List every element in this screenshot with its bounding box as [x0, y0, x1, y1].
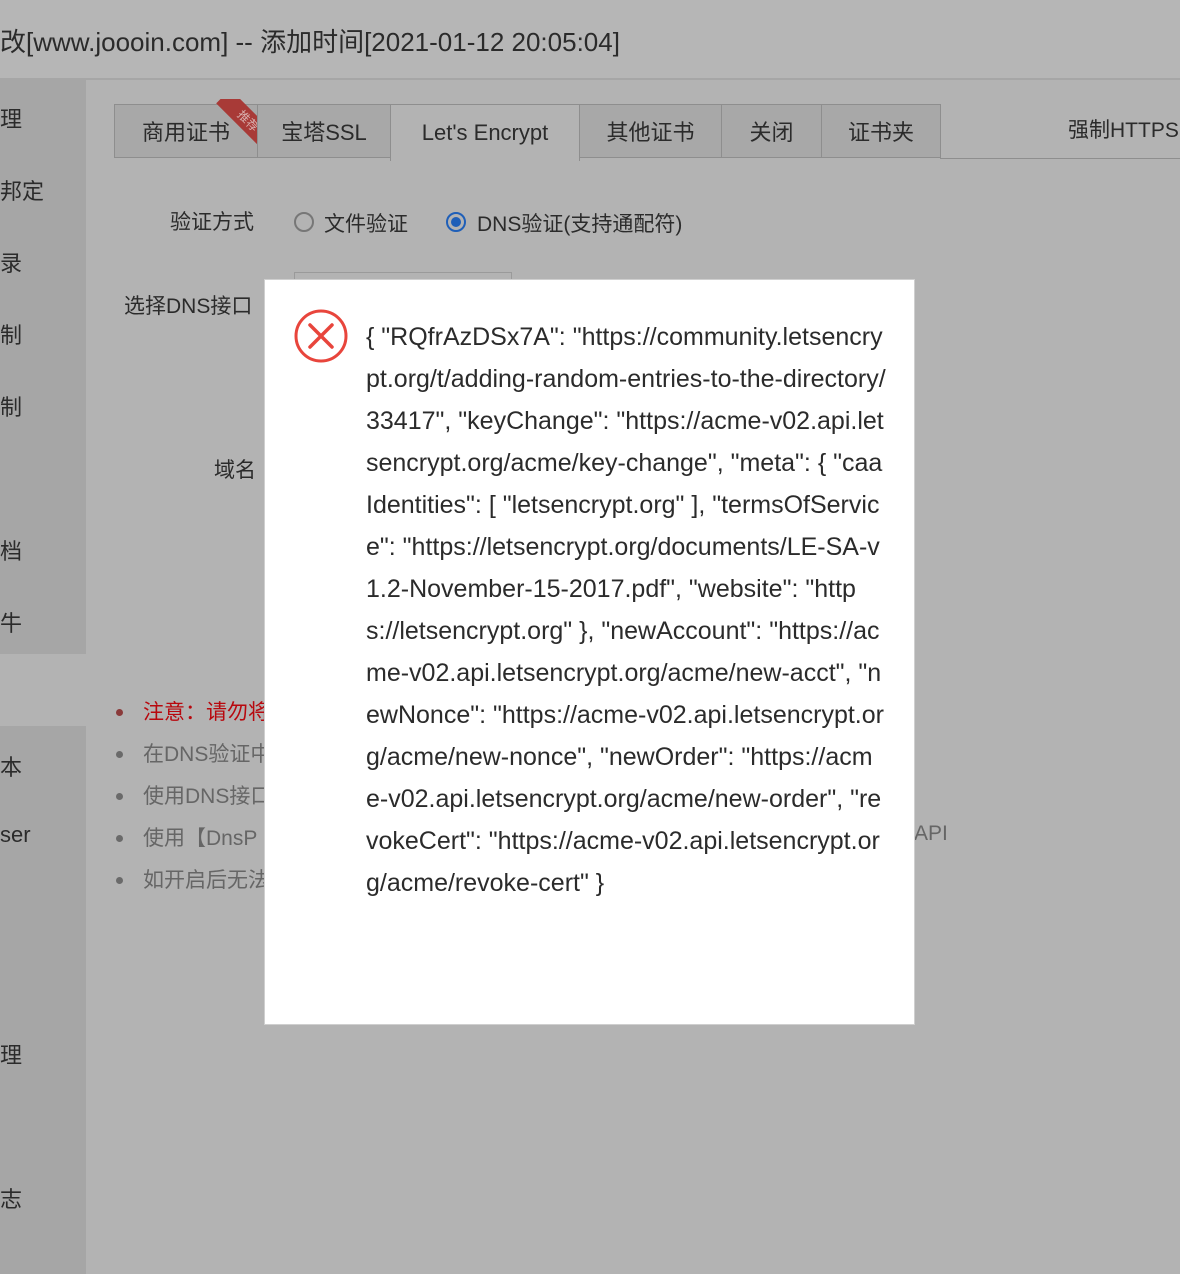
note-item: 在DNS验证中 [114, 738, 271, 768]
note-item: 如开启后无法 [114, 864, 269, 894]
tab-label: 商用证书 [141, 120, 230, 145]
tab-lets-encrypt[interactable]: Let's Encrypt [390, 104, 580, 161]
dns-api-select[interactable] [294, 272, 512, 279]
tab-label: 关闭 [749, 120, 794, 145]
sidebar: 理 邦定 录 制 制 档 牛 本 ser 理 志 [0, 80, 86, 1274]
sidebar-item[interactable]: 志 [0, 1182, 22, 1214]
tab-commercial-cert[interactable]: 商用证书 推荐 [114, 99, 261, 158]
sidebar-item[interactable]: 录 [0, 246, 22, 278]
sidebar-item[interactable]: ser [0, 822, 31, 848]
domain-label: 域名 [214, 459, 256, 482]
sidebar-item[interactable]: 制 [0, 390, 22, 422]
note-item: 使用【DnsP [114, 822, 257, 852]
sidebar-item[interactable]: 档 [0, 534, 22, 566]
bullet-icon [116, 751, 123, 758]
bullet-icon [116, 793, 123, 800]
verify-method-label: 验证方式 [170, 211, 254, 234]
window-title: 改[www.joooin.com] -- 添加时间[2021-01-12 20:… [0, 27, 620, 57]
radio-file-verify-label[interactable]: 文件验证 [324, 208, 408, 238]
tab-other-cert[interactable]: 其他证书 [579, 104, 722, 158]
tab-cert-folder[interactable]: 证书夹 [821, 104, 941, 158]
force-https-toggle-label[interactable]: 强制HTTPS [1068, 114, 1179, 144]
radio-dns-verify-label[interactable]: DNS验证(支持通配符) [477, 208, 682, 238]
tab-baota-ssl[interactable]: 宝塔SSL [257, 104, 391, 158]
bullet-icon [116, 835, 123, 842]
tab-label: Let's Encrypt [421, 120, 549, 145]
sidebar-active-highlight [0, 654, 86, 726]
tab-label: 证书夹 [847, 120, 914, 145]
error-message: { "RQfrAzDSx7A": "https://community.lets… [366, 323, 886, 897]
bullet-icon [116, 709, 123, 716]
note-item: 使用DNS接口 [114, 780, 271, 810]
sidebar-item[interactable]: 理 [0, 102, 22, 134]
error-dialog: { "RQfrAzDSx7A": "https://community.lets… [264, 279, 915, 1025]
sidebar-item[interactable]: 牛 [0, 606, 22, 638]
window-title-bar: 改[www.joooin.com] -- 添加时间[2021-01-12 20:… [0, 0, 1180, 80]
radio-dns-verify[interactable] [446, 212, 466, 232]
tab-label: 其他证书 [606, 120, 695, 145]
bullet-icon [116, 877, 123, 884]
sidebar-item[interactable]: 制 [0, 318, 22, 350]
error-circle-icon [293, 308, 349, 364]
tab-baseline [940, 158, 1180, 159]
dns-api-label: 选择DNS接口 [124, 295, 253, 318]
radio-file-verify[interactable] [294, 212, 314, 232]
sidebar-item[interactable]: 本 [0, 750, 22, 782]
tab-close[interactable]: 关闭 [721, 104, 822, 158]
sidebar-item[interactable]: 邦定 [0, 174, 44, 206]
sidebar-item[interactable]: 理 [0, 1038, 22, 1070]
note-item-warning: 注意：请勿将 [114, 696, 269, 726]
tab-label: 宝塔SSL [281, 120, 367, 145]
note-trailing-text: API [914, 822, 948, 845]
